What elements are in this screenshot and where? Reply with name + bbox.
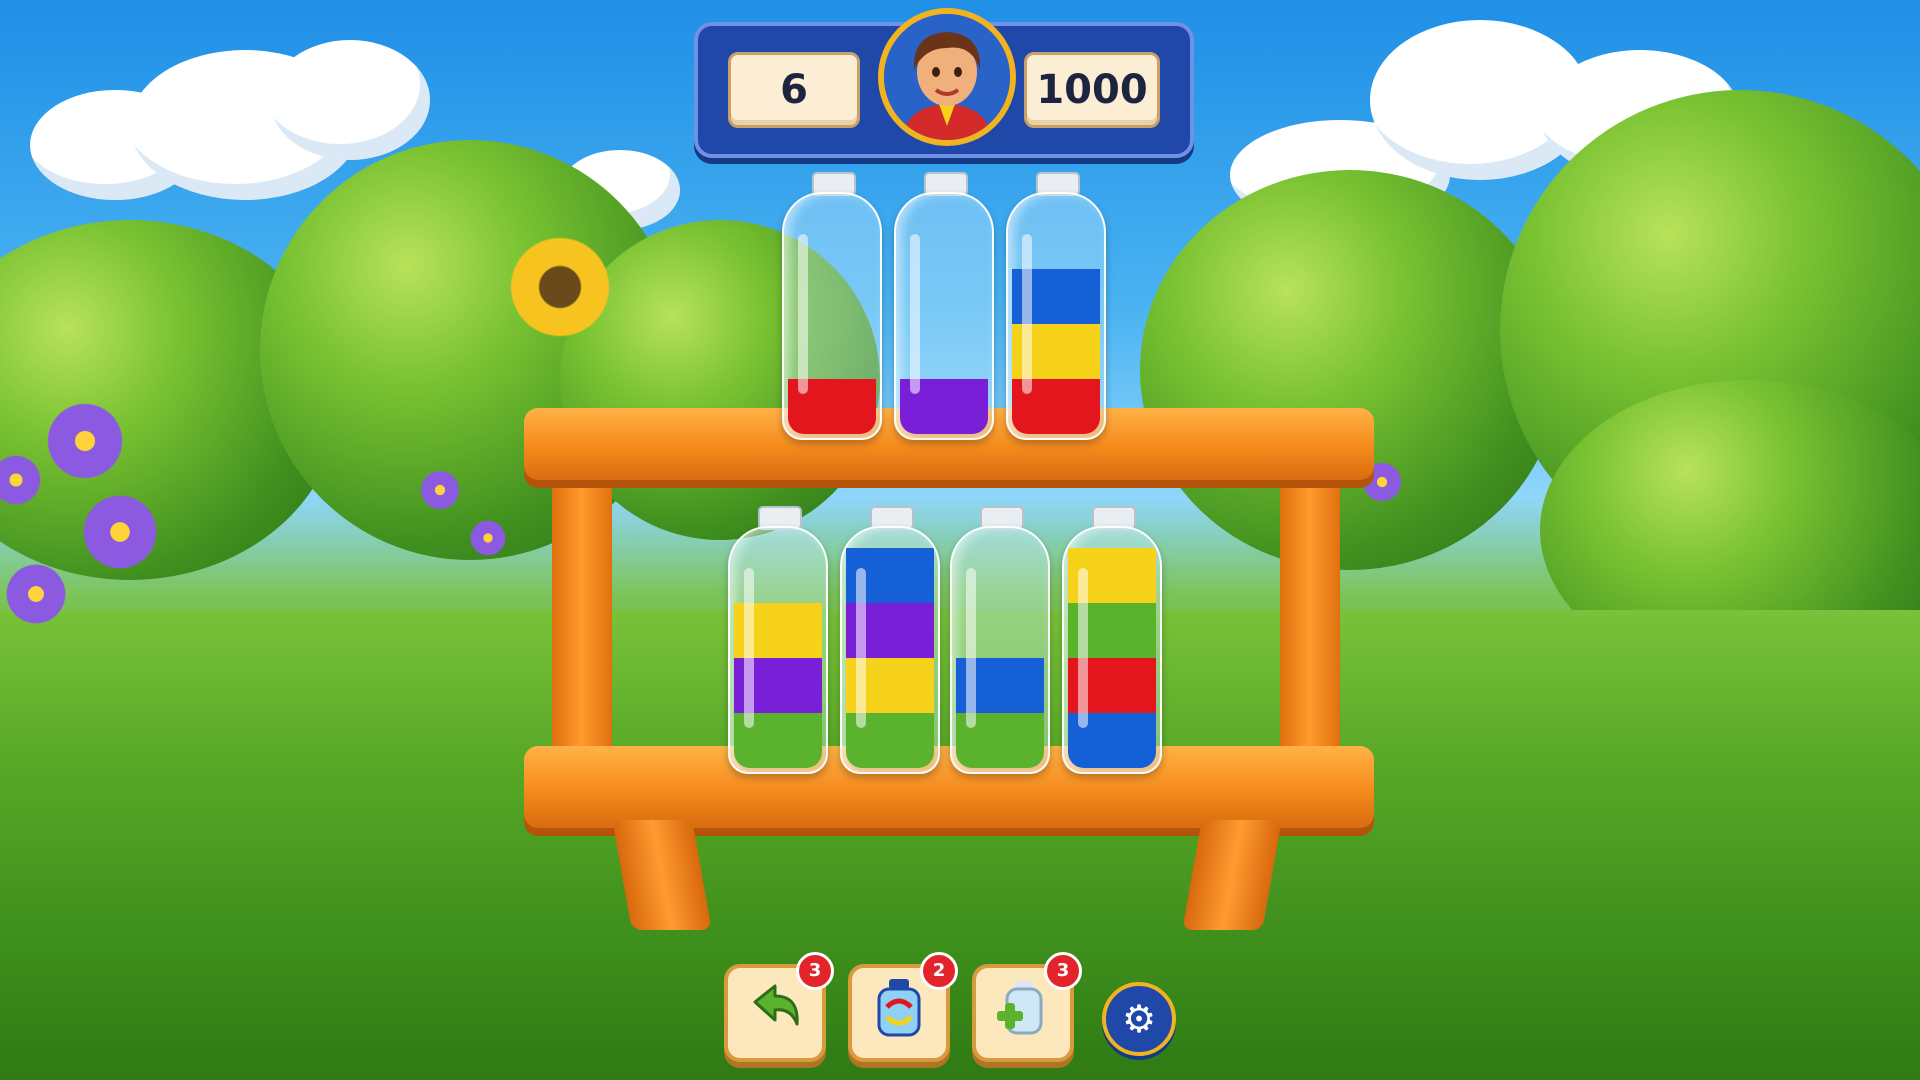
- shelf-post-right: [1280, 472, 1340, 764]
- bottle[interactable]: [728, 506, 828, 774]
- bottle-glass: [1006, 192, 1106, 440]
- bottle[interactable]: [782, 172, 882, 440]
- bottle-glass: [728, 526, 828, 774]
- undo-count-badge: 3: [796, 952, 834, 990]
- flower: [42, 398, 128, 484]
- bottle-glass: [894, 192, 994, 440]
- undo-button[interactable]: 3: [724, 952, 834, 1062]
- coin-counter: 1000: [1024, 52, 1160, 128]
- add-bottle-icon: [993, 977, 1053, 1050]
- shelf-bottom-plank: [524, 746, 1374, 828]
- bottle-glass: [782, 192, 882, 440]
- bush: [1140, 170, 1560, 570]
- bottle[interactable]: [1062, 506, 1162, 774]
- bottle[interactable]: [950, 506, 1050, 774]
- bottle-glass: [1062, 526, 1162, 774]
- bottle[interactable]: [1006, 172, 1106, 440]
- cloud: [270, 40, 430, 160]
- settings-button[interactable]: ⚙: [1102, 982, 1176, 1056]
- sunflower: [505, 232, 615, 342]
- shuffle-button[interactable]: 2: [848, 952, 958, 1062]
- add-bottle-count-badge: 3: [1044, 952, 1082, 990]
- bottle[interactable]: [840, 506, 940, 774]
- flower: [418, 468, 462, 512]
- character-portrait-icon: [878, 8, 1016, 146]
- moves-counter: 6: [728, 52, 860, 128]
- bottle[interactable]: [894, 172, 994, 440]
- bottle-glass: [840, 526, 940, 774]
- flower: [2, 560, 70, 628]
- shuffle-jar-icon: [871, 977, 927, 1050]
- hud-panel: 6 1000: [694, 8, 1194, 158]
- undo-arrow-icon: [745, 980, 805, 1047]
- flower: [468, 518, 508, 558]
- bottle-glass: [950, 526, 1050, 774]
- gear-icon: ⚙: [1121, 997, 1157, 1041]
- flower: [78, 490, 162, 574]
- shelf-post-left: [552, 472, 612, 764]
- add-bottle-button[interactable]: 3: [972, 952, 1082, 1062]
- shuffle-count-badge: 2: [920, 952, 958, 990]
